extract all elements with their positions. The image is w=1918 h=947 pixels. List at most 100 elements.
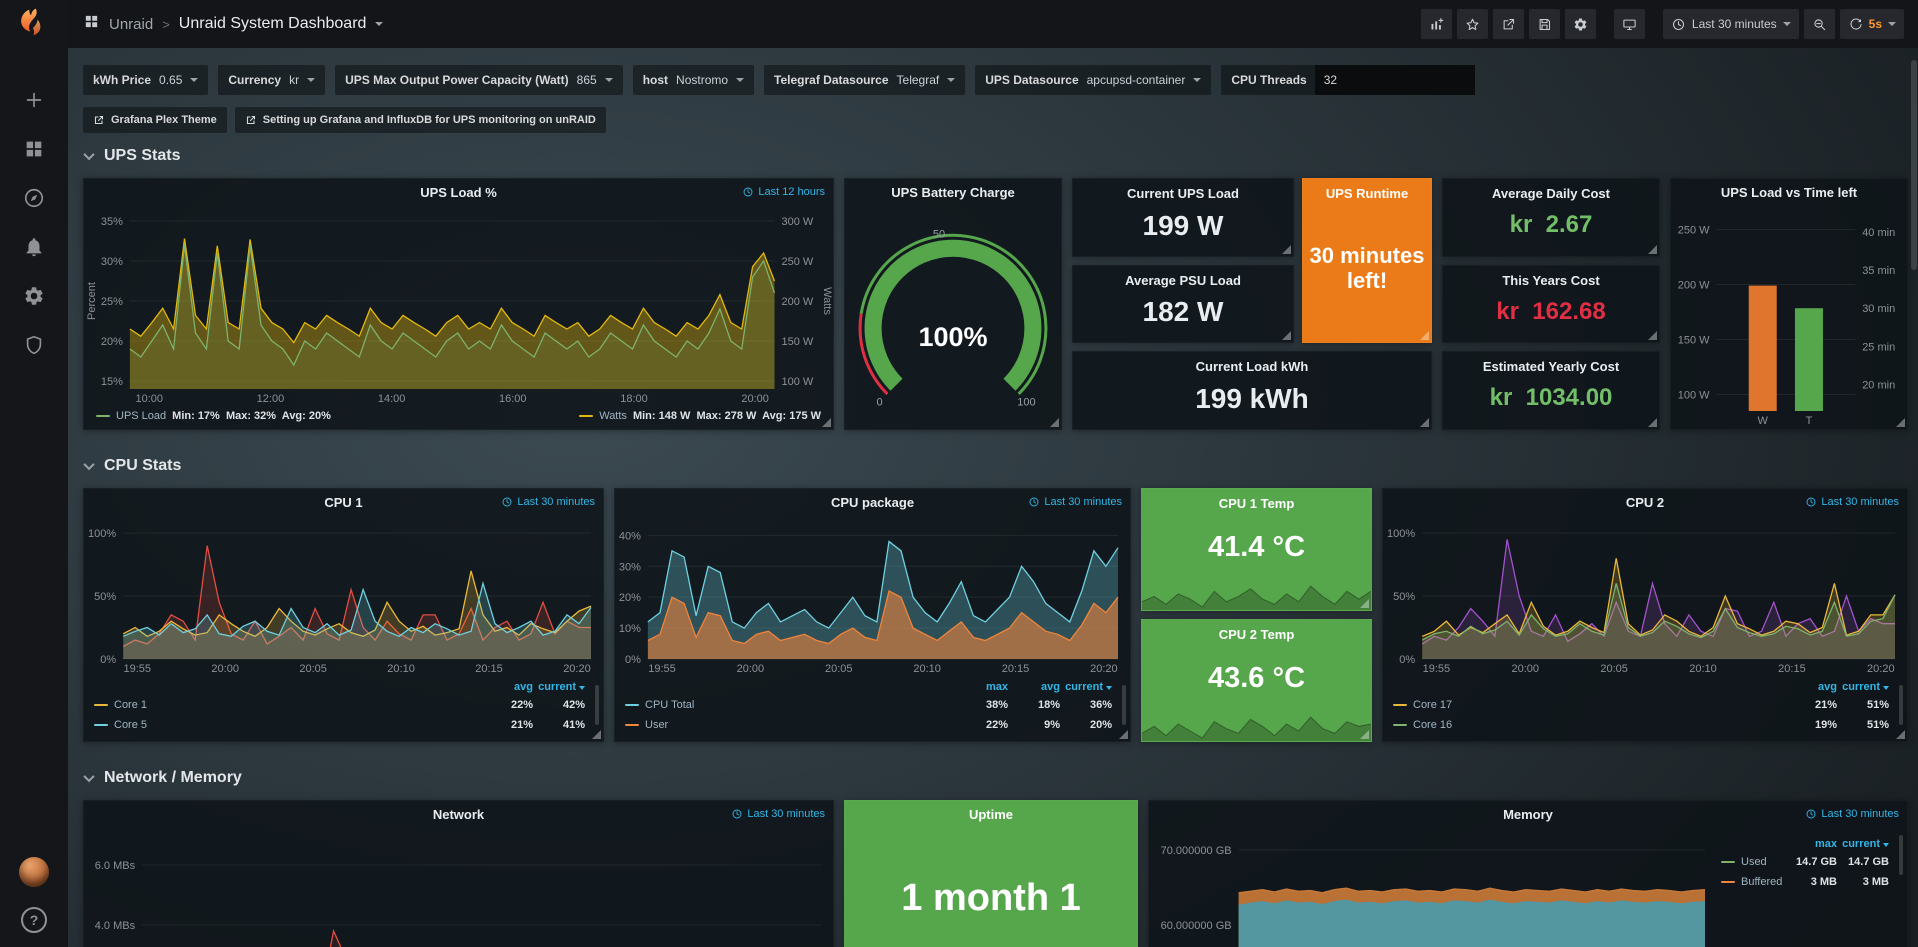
panel-title[interactable]: UPS Load % [420, 185, 497, 200]
sidebar-item-alerting[interactable] [23, 236, 45, 258]
user-avatar[interactable] [19, 857, 49, 887]
page-scrollbar[interactable] [1911, 60, 1917, 270]
legend-series-used[interactable]: Used [1721, 856, 1785, 868]
panel-resize-handle[interactable] [1896, 418, 1905, 427]
legend-series-watts[interactable]: Watts [599, 410, 627, 422]
variable-host[interactable]: hostNostromo [633, 65, 754, 95]
legend-column-current[interactable]: current [533, 681, 585, 693]
share-button[interactable] [1493, 9, 1524, 39]
variable-currency[interactable]: Currencykr [218, 65, 325, 95]
sidebar-item-dashboards[interactable] [23, 138, 45, 160]
panel-title[interactable]: CPU 2 Temp [1142, 620, 1371, 642]
panel-title[interactable]: CPU 2 [1626, 495, 1664, 510]
panel-title[interactable]: CPU 1 [324, 495, 362, 510]
panel-resize-handle[interactable] [1420, 418, 1429, 427]
legend-scrollbar[interactable] [1899, 835, 1903, 875]
legend-column-current[interactable]: current [1837, 681, 1889, 693]
legend-column-max[interactable]: max [1785, 838, 1837, 850]
section-network-memory[interactable]: Network / Memory [85, 766, 1906, 790]
variable-value[interactable]: 865 [577, 73, 597, 87]
variable-value[interactable]: 0.65 [159, 73, 182, 87]
legend-scrollbar[interactable] [1122, 685, 1126, 725]
chevron-down-icon[interactable] [375, 22, 383, 26]
panel-title[interactable]: Memory [1503, 807, 1553, 822]
variable-ups-datasource[interactable]: UPS Datasourceapcupsd-container [975, 65, 1211, 95]
panel-title[interactable]: Uptime [969, 807, 1013, 822]
dashboard-link-setting-up-grafana-and-influxdb-for-ups-monitoring-on-unraid[interactable]: Setting up Grafana and InfluxDB for UPS … [235, 107, 606, 133]
variable-kwh-price[interactable]: kWh Price0.65 [83, 65, 208, 95]
legend-column-max[interactable]: max [956, 681, 1008, 693]
add-panel-button[interactable] [1421, 9, 1452, 39]
variable-telegraf-datasource[interactable]: Telegraf DatasourceTelegraf [764, 65, 965, 95]
panel-resize-handle[interactable] [1282, 331, 1291, 340]
legend-column-avg[interactable]: avg [1008, 681, 1060, 693]
grafana-logo[interactable] [12, 5, 56, 49]
legend-scrollbar[interactable] [1899, 685, 1903, 725]
variable-cpu-threads[interactable]: CPU Threads [1221, 65, 1474, 95]
panel-title[interactable]: Average PSU Load [1073, 266, 1293, 288]
variable-value[interactable]: kr [289, 73, 299, 87]
legend-series-ups-load[interactable]: UPS Load [116, 410, 166, 422]
legend-column-current[interactable]: current [1837, 838, 1889, 850]
dashboard-title[interactable]: Unraid System Dashboard [179, 15, 367, 33]
panel-resize-handle[interactable] [1360, 730, 1369, 739]
legend-column-avg[interactable]: avg [481, 681, 533, 693]
variable-value[interactable]: Telegraf [897, 73, 940, 87]
variable-ups-max-output-power-capacity-watt[interactable]: UPS Max Output Power Capacity (Watt)865 [335, 65, 623, 95]
legend-series-core-5[interactable]: Core 5 [94, 719, 481, 731]
panel-title[interactable]: Estimated Yearly Cost [1443, 352, 1659, 374]
variable-value[interactable]: apcupsd-container [1087, 73, 1186, 87]
time-range-picker[interactable]: Last 30 minutes [1663, 9, 1799, 39]
tv-mode-button[interactable] [1614, 9, 1645, 39]
legend-column-avg[interactable]: avg [1785, 681, 1837, 693]
section-cpu-stats[interactable]: CPU Stats [85, 454, 1906, 478]
panel-title[interactable]: Current UPS Load [1073, 179, 1293, 201]
panel-resize-handle[interactable] [1648, 418, 1657, 427]
legend-series-user[interactable]: User [625, 719, 956, 731]
panel-title[interactable]: UPS Battery Charge [891, 185, 1015, 200]
cpu-package-chart[interactable]: 40%30%20%10%0%19:5520:0020:0520:1020:152… [615, 515, 1130, 677]
zoom-out-button[interactable] [1804, 9, 1835, 39]
panel-resize-handle[interactable] [822, 418, 831, 427]
legend-series-core-16[interactable]: Core 16 [1393, 719, 1785, 731]
panel-resize-handle[interactable] [1648, 331, 1657, 340]
panel-title[interactable]: UPS Load vs Time left [1721, 185, 1857, 200]
panel-resize-handle[interactable] [1282, 245, 1291, 254]
star-button[interactable] [1457, 9, 1488, 39]
panel-resize-handle[interactable] [1896, 730, 1905, 739]
legend-column-current[interactable]: current [1060, 681, 1112, 693]
cpu2-chart[interactable]: 100%50%0%19:5520:0020:0520:1020:1520:20 [1383, 515, 1907, 677]
section-ups-stats[interactable]: UPS Stats [85, 144, 1906, 168]
panel-title[interactable]: Network [433, 807, 484, 822]
variable-value[interactable]: Nostromo [676, 73, 728, 87]
panel-title[interactable]: Current Load kWh [1073, 352, 1431, 374]
save-button[interactable] [1529, 9, 1560, 39]
ups-load-chart[interactable]: 35%30%25%20%15%300 W250 W200 W150 W100 W… [84, 205, 833, 407]
network-chart[interactable]: 6.0 MBs4.0 MBs2.0 MBs [84, 827, 833, 947]
panel-title[interactable]: CPU 1 Temp [1142, 489, 1371, 511]
variable-input-cpu-threads[interactable] [1315, 65, 1475, 95]
help-icon[interactable]: ? [21, 907, 47, 933]
panel-resize-handle[interactable] [1648, 245, 1657, 254]
sidebar-item-create[interactable] [23, 89, 45, 111]
memory-chart[interactable]: 70.000000 GB60.000000 GB50.000000 GB [1149, 827, 1717, 947]
sidebar-item-server-admin[interactable] [23, 334, 45, 356]
dashboard-settings-button[interactable] [1565, 9, 1596, 39]
panel-title[interactable]: CPU package [831, 495, 914, 510]
panel-resize-handle[interactable] [1050, 418, 1059, 427]
panel-resize-handle[interactable] [1420, 331, 1429, 340]
panel-resize-handle[interactable] [1360, 599, 1369, 608]
cpu1-chart[interactable]: 100%50%0%19:5520:0020:0520:1020:1520:20 [84, 515, 603, 677]
panel-resize-handle[interactable] [1119, 730, 1128, 739]
panel-resize-handle[interactable] [592, 730, 601, 739]
breadcrumb-folder[interactable]: Unraid [109, 16, 153, 33]
panel-title[interactable]: This Years Cost [1443, 266, 1659, 288]
legend-series-cpu-total[interactable]: CPU Total [625, 699, 956, 711]
sidebar-item-explore[interactable] [23, 187, 45, 209]
legend-series-core-1[interactable]: Core 1 [94, 699, 481, 711]
legend-scrollbar[interactable] [595, 685, 599, 725]
sidebar-item-configuration[interactable] [23, 285, 45, 307]
legend-series-buffered[interactable]: Buffered [1721, 876, 1785, 888]
panel-title[interactable]: Average Daily Cost [1443, 179, 1659, 201]
ups-load-vs-time-chart[interactable]: 250 W200 W150 W100 W40 min35 min30 min25… [1671, 205, 1907, 429]
